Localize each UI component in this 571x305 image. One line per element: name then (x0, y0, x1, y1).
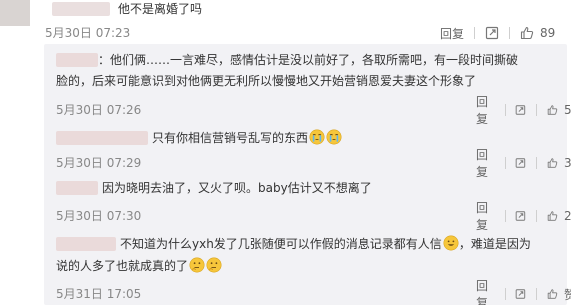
reply-text-body: ，难道是因为 (458, 237, 531, 251)
top-comment: 他不是离婚了吗 5月30日 07:23 回复 89 (0, 0, 571, 44)
reply-text: 脸的，后来可能意识到对他俩更无利所以慢慢地又开始营销恩爱夫妻这个形象了 (56, 74, 477, 88)
avatar[interactable] (0, 0, 30, 26)
share-icon[interactable] (485, 26, 499, 40)
divider (504, 288, 506, 300)
username-blurred[interactable] (56, 181, 98, 195)
reply-actions: 回复 32 (476, 148, 571, 179)
reply-text-body: 说的人多了也就成真的了 (56, 259, 189, 273)
divider (504, 157, 506, 169)
like-count: 32 (564, 156, 571, 170)
reply-item: ：他们俩……一言难尽，感情估计是没以前好了，各取所需吧，有一段时间撕破 脸的，后… (56, 50, 571, 126)
reply-time: 5月30日 07:26 (56, 103, 142, 117)
like-count: 51 (564, 103, 571, 117)
reply-actions: 回复 赞 (476, 279, 571, 305)
username-blurred[interactable] (56, 237, 116, 251)
reply-button[interactable]: 回复 (476, 277, 495, 305)
divider (536, 157, 538, 169)
comment-text: 他不是离婚了吗 (118, 2, 203, 16)
reply-button[interactable]: 回复 (440, 25, 464, 42)
like-label[interactable]: 赞 (564, 286, 571, 303)
reply-text: ：他们俩……一言难尽，感情估计是没以前好了，各取所需吧，有一段时间撕破 (98, 53, 519, 67)
reply-item: 只有你相信营销号乱写的东西 5月30日 07:29 回复 32 (56, 128, 571, 179)
reply-text: 因为晓明去油了，又火了呗。baby估计又不想离了 (102, 181, 372, 195)
thinking-face-icon (189, 257, 205, 273)
reply-actions: 回复 51 (476, 95, 571, 126)
like-icon[interactable] (547, 287, 558, 301)
share-icon[interactable] (515, 156, 526, 170)
reply-actions: 回复 27 (476, 201, 571, 232)
crying-face-icon (309, 129, 325, 145)
divider (536, 288, 538, 300)
reply-time: 5月30日 07:29 (56, 156, 142, 170)
like-count: 27 (564, 209, 571, 223)
like-count: 89 (540, 26, 556, 40)
share-icon[interactable] (515, 209, 526, 223)
divider (509, 27, 511, 39)
divider (536, 104, 538, 116)
reply-text-body: 不知道为什么yxh发了几张随便可以作假的消息记录都有人信 (120, 237, 442, 251)
reply-item: 不知道为什么yxh发了几张随便可以作假的消息记录都有人信 ，难道是因为 说的人多了… (56, 234, 571, 305)
reply-button[interactable]: 回复 (476, 146, 495, 180)
username-blurred[interactable] (56, 53, 98, 67)
reply-time: 5月31日 17:05 (56, 287, 142, 301)
like-icon[interactable] (547, 156, 558, 170)
comment-actions: 回复 89 (440, 25, 556, 41)
share-icon[interactable] (515, 103, 526, 117)
reply-text: 不知道为什么yxh发了几张随便可以作假的消息记录都有人信 ，难道是因为 (120, 234, 531, 254)
reply-text: 只有你相信营销号乱写的东西 (152, 128, 342, 148)
like-icon[interactable] (520, 26, 534, 40)
divider (474, 27, 476, 39)
reply-time: 5月30日 07:30 (56, 209, 142, 223)
like-icon[interactable] (547, 103, 558, 117)
divider (504, 210, 506, 222)
crying-face-icon (326, 129, 342, 145)
reply-text-body: 只有你相信营销号乱写的东西 (152, 131, 309, 145)
username-blurred[interactable] (56, 131, 148, 145)
grinning-face-icon (443, 235, 459, 251)
divider (504, 104, 506, 116)
divider (536, 210, 538, 222)
share-icon[interactable] (515, 287, 526, 301)
comment-time: 5月30日 07:23 (45, 26, 131, 40)
reply-item: 因为晓明去油了，又火了呗。baby估计又不想离了 5月30日 07:30 回复 … (56, 178, 571, 232)
thinking-face-icon (206, 257, 222, 273)
reply-button[interactable]: 回复 (476, 199, 495, 233)
reply-button[interactable]: 回复 (476, 93, 495, 127)
reply-text: 说的人多了也就成真的了 (56, 256, 222, 276)
like-icon[interactable] (547, 209, 558, 223)
username-blurred[interactable] (52, 2, 110, 16)
